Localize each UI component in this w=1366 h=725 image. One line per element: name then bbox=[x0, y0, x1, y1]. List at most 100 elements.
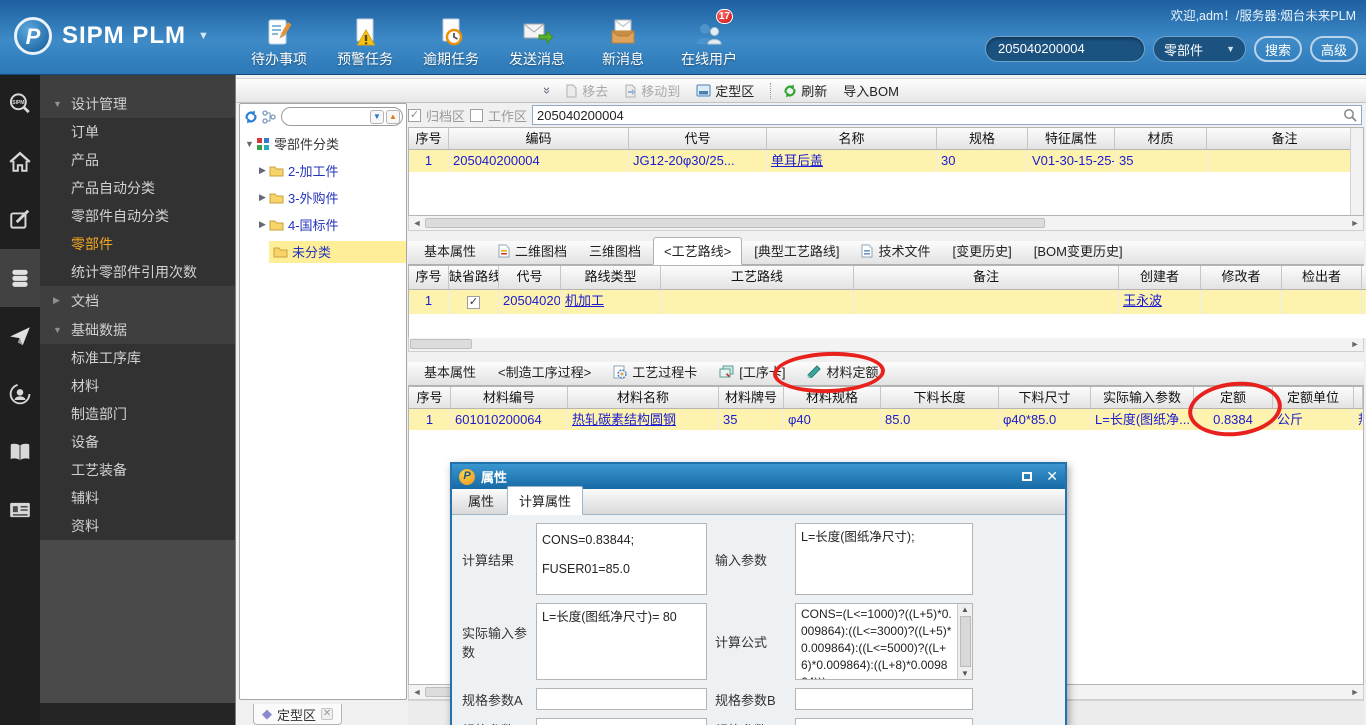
table-row-cell[interactable] bbox=[1207, 150, 1363, 172]
nav-send-message[interactable]: 发送消息 bbox=[501, 13, 573, 69]
tab-calc-attributes[interactable]: 计算属性 bbox=[507, 486, 584, 515]
tree-refresh-icon[interactable] bbox=[244, 110, 258, 124]
edit-icon[interactable] bbox=[0, 191, 40, 249]
table-row-cell[interactable] bbox=[1201, 290, 1282, 314]
spec-param-a-field[interactable] bbox=[536, 688, 707, 710]
formula-vertical-scrollbar[interactable]: ▲ ▼ bbox=[957, 604, 972, 679]
sidebar-item-parts[interactable]: 零部件 bbox=[40, 230, 235, 258]
library-book-icon[interactable] bbox=[0, 423, 40, 481]
sipm-search-icon[interactable]: SIPM bbox=[0, 75, 40, 133]
logo-dropdown-caret-icon[interactable]: ▼ bbox=[198, 30, 209, 42]
tree-hierarchy-icon[interactable] bbox=[262, 109, 277, 124]
sidebar-item-equipment[interactable]: 设备 bbox=[40, 428, 235, 456]
search-down-button[interactable]: ▼ bbox=[370, 109, 384, 124]
sidebar-item-process-equipment[interactable]: 工艺装备 bbox=[40, 456, 235, 484]
tab-change-history[interactable]: [变更历史] bbox=[942, 238, 1021, 264]
sidebar-item-products[interactable]: 产品 bbox=[40, 146, 235, 174]
import-bom-button[interactable]: 导入BOM bbox=[843, 81, 899, 100]
finalize-zone-button[interactable]: 定型区 bbox=[696, 81, 754, 100]
nav-todo[interactable]: 待办事项 bbox=[243, 13, 315, 69]
close-icon[interactable]: ✕ bbox=[321, 708, 334, 720]
contact-card-icon[interactable] bbox=[0, 481, 40, 539]
scroll-right-arrow[interactable]: ► bbox=[1347, 218, 1363, 228]
tab-3d-drawings[interactable]: 三维图档 bbox=[579, 238, 651, 264]
sidebar-item-orders[interactable]: 订单 bbox=[40, 118, 235, 146]
table-row-cell[interactable]: 205040200... bbox=[499, 290, 561, 314]
table-row-cell[interactable]: L=长度(图纸净... bbox=[1091, 409, 1194, 430]
table-row-cell[interactable]: φ40 bbox=[784, 409, 881, 430]
nav-overdue-tasks[interactable]: 逾期任务 bbox=[415, 13, 487, 69]
caret-right-icon[interactable]: ▶ bbox=[256, 219, 269, 230]
table-row-cell[interactable]: 205040200004 bbox=[449, 150, 629, 172]
app-logo[interactable]: P SIPM PLM ▼ bbox=[14, 17, 209, 55]
tree-node-standard[interactable]: ▶ 4-国标件 bbox=[240, 211, 406, 238]
sidebar-item-resources[interactable]: 资料 bbox=[40, 512, 235, 540]
table-row-cell[interactable]: φ40*85.0 bbox=[999, 409, 1091, 430]
table-row-cell[interactable] bbox=[1282, 290, 1362, 314]
table-row-cell[interactable] bbox=[854, 290, 1119, 314]
search-up-button[interactable]: ▲ bbox=[386, 109, 400, 124]
part-name-link[interactable]: 单耳后盖 bbox=[767, 150, 937, 172]
caret-down-icon[interactable]: ▼ bbox=[243, 139, 256, 149]
actual-input-field[interactable]: L=长度(图纸净尺寸)= 80 bbox=[536, 603, 707, 680]
spec-param-c-field[interactable] bbox=[536, 718, 707, 725]
tab-operation-card[interactable]: [工序卡] bbox=[709, 359, 795, 385]
table-row-cell[interactable]: 85.0 bbox=[881, 409, 999, 430]
search-button[interactable]: 搜索 bbox=[1254, 36, 1302, 62]
table-row-cell[interactable]: 1 bbox=[409, 290, 449, 314]
tab-2d-drawings[interactable]: 二维图档 bbox=[488, 238, 577, 264]
tab-bom-change-history[interactable]: [BOM变更历史] bbox=[1024, 238, 1133, 264]
sidebar-item-part-autoclass[interactable]: 零部件自动分类 bbox=[40, 202, 235, 230]
sidebar-section-documents[interactable]: ▶ 文档 bbox=[40, 286, 235, 315]
table-row-cell[interactable]: 601010200064 bbox=[451, 409, 568, 430]
tab-material-quota[interactable]: 材料定额 bbox=[797, 359, 888, 385]
scrollbar-thumb[interactable] bbox=[425, 218, 1045, 228]
nav-online-users[interactable]: 17 在线用户 bbox=[673, 9, 745, 69]
spec-param-b-field[interactable] bbox=[795, 688, 973, 710]
formula-field[interactable]: CONS=(L<=1000)?((L+5)*0.009864):((L<=300… bbox=[795, 603, 973, 680]
material-name-link[interactable]: 热轧碳素结构圆钢 bbox=[568, 409, 719, 430]
refresh-button[interactable]: 刷新 bbox=[783, 81, 827, 100]
tree-node-unclassified[interactable]: 未分类 bbox=[240, 238, 406, 265]
search-icon[interactable] bbox=[1343, 108, 1357, 122]
tree-root-row[interactable]: ▼ 零部件分类 bbox=[240, 130, 406, 157]
nav-warning-tasks[interactable]: 预警任务 bbox=[329, 13, 401, 69]
tab-typical-route[interactable]: [典型工艺路线] bbox=[744, 238, 849, 264]
caret-right-icon[interactable]: ▶ bbox=[256, 165, 269, 176]
table-row-cell[interactable]: 1 bbox=[409, 409, 451, 430]
workspace-checkbox[interactable] bbox=[470, 108, 484, 122]
finalize-zone-bottom-tab[interactable]: ◆ 定型区 ✕ bbox=[253, 704, 343, 725]
creator-link[interactable]: 王永波 bbox=[1119, 290, 1201, 314]
calc-result-field[interactable]: CONS=0.83844; FUSER01=85.0 bbox=[536, 523, 707, 595]
input-param-field[interactable]: L=长度(图纸净尺寸); bbox=[795, 523, 973, 595]
table-row-cell[interactable]: 1 bbox=[409, 150, 449, 172]
send-icon[interactable] bbox=[0, 307, 40, 365]
tab-attributes[interactable]: 属性 bbox=[457, 487, 505, 514]
broadcast-icon[interactable] bbox=[0, 365, 40, 423]
sidebar-item-product-autoclass[interactable]: 产品自动分类 bbox=[40, 174, 235, 202]
table-row-cell[interactable]: 35 bbox=[719, 409, 784, 430]
advanced-search-button[interactable]: 高级 bbox=[1310, 36, 1358, 62]
home-icon[interactable] bbox=[0, 133, 40, 191]
table-row-cell[interactable]: V01-30-15-25-2... bbox=[1028, 150, 1115, 172]
tab-process-route[interactable]: <工艺路线> bbox=[653, 237, 743, 265]
parts-table-vertical-scrollbar[interactable] bbox=[1350, 128, 1363, 215]
table-row-cell[interactable]: 公斤 bbox=[1273, 409, 1354, 430]
part-search-input[interactable]: 205040200004 bbox=[532, 105, 1362, 125]
maximize-icon[interactable] bbox=[1022, 472, 1033, 481]
tree-node-machined[interactable]: ▶ 2-加工件 bbox=[240, 157, 406, 184]
tree-node-purchased[interactable]: ▶ 3-外购件 bbox=[240, 184, 406, 211]
scroll-down-arrow[interactable]: ▼ bbox=[961, 668, 969, 679]
sidebar-item-part-usage-count[interactable]: 统计零部件引用次数 bbox=[40, 258, 235, 286]
table-row-cell[interactable]: 30 bbox=[937, 150, 1028, 172]
parts-table-horizontal-scrollbar[interactable]: ◄ ► bbox=[408, 216, 1364, 231]
checked-checkbox[interactable]: ✓ bbox=[467, 296, 480, 309]
table-row-cell[interactable]: 35 bbox=[1115, 150, 1207, 172]
global-search-input[interactable]: 205040200004 bbox=[985, 36, 1145, 62]
scroll-left-arrow[interactable]: ◄ bbox=[409, 687, 425, 697]
nav-new-messages[interactable]: 新消息 bbox=[587, 13, 659, 69]
search-category-select[interactable]: 零部件 ▼ bbox=[1153, 36, 1246, 62]
quota-value-cell[interactable]: 0.8384 bbox=[1194, 409, 1273, 430]
route-type-link[interactable]: 机加工 bbox=[561, 290, 661, 314]
tree-search-input[interactable]: ▼ ▲ bbox=[281, 107, 403, 126]
